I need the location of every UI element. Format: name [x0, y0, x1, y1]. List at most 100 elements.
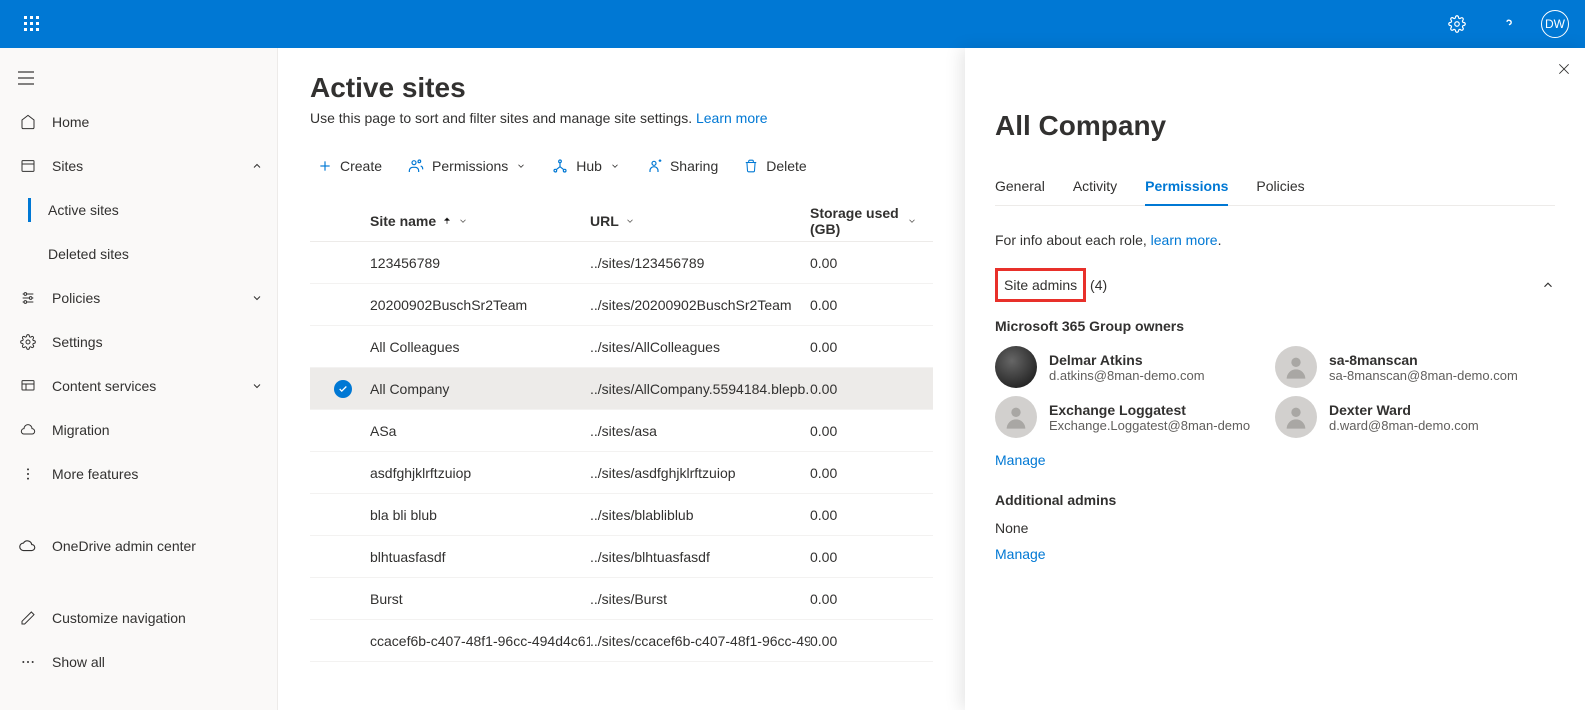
tab-general[interactable]: General: [995, 172, 1045, 205]
tab-permissions[interactable]: Permissions: [1145, 172, 1228, 206]
additional-admins-title: Additional admins: [995, 492, 1555, 508]
nav-label: OneDrive admin center: [52, 538, 196, 554]
permissions-icon: [408, 158, 424, 174]
nav-sites[interactable]: Sites: [0, 144, 277, 188]
admins-list: Delmar Atkinsd.atkins@8man-demo.comsa-8m…: [995, 346, 1555, 438]
chevron-down-icon: [516, 161, 526, 171]
cell-storage: 0.00: [810, 549, 917, 565]
plus-icon: [318, 159, 332, 173]
cell-storage: 0.00: [810, 507, 917, 523]
cell-url: ../sites/20200902BuschSr2Team: [590, 297, 810, 313]
chevron-down-icon: [251, 380, 263, 392]
cmd-label: Create: [340, 158, 382, 174]
cell-name: 123456789: [370, 255, 590, 271]
tab-policies[interactable]: Policies: [1256, 172, 1304, 205]
cell-name: 20200902BuschSr2Team: [370, 297, 590, 313]
page-description: Use this page to sort and filter sites a…: [310, 110, 933, 126]
col-header-storage[interactable]: Storage used (GB): [810, 205, 917, 237]
admin-name: Dexter Ward: [1329, 402, 1479, 418]
nav-content-services[interactable]: Content services: [0, 364, 277, 408]
cell-url: ../sites/blhtuasfasdf: [590, 549, 810, 565]
command-bar: Create Permissions Hub Sharing Delete: [310, 144, 933, 188]
cell-url: ../sites/123456789: [590, 255, 810, 271]
panel-tabs: General Activity Permissions Policies: [995, 172, 1555, 206]
manage-link[interactable]: Manage: [995, 452, 1555, 468]
col-label: Site name: [370, 213, 436, 229]
table-row[interactable]: 123456789../sites/1234567890.00: [310, 242, 933, 284]
table-row[interactable]: blhtuasfasdf../sites/blhtuasfasdf0.00: [310, 536, 933, 578]
gear-icon[interactable]: [1433, 0, 1481, 48]
cell-storage: 0.00: [810, 381, 917, 397]
permissions-button[interactable]: Permissions: [400, 148, 534, 184]
page-desc-text: Use this page to sort and filter sites a…: [310, 110, 696, 126]
nav-deleted-sites[interactable]: Deleted sites: [0, 232, 277, 276]
nav-show-all[interactable]: Show all: [0, 640, 277, 684]
learn-more-link[interactable]: Learn more: [696, 110, 768, 126]
cell-name: blhtuasfasdf: [370, 549, 590, 565]
admin-email: d.ward@8man-demo.com: [1329, 418, 1479, 433]
cell-name: bla bli blub: [370, 507, 590, 523]
cmd-label: Delete: [766, 158, 806, 174]
cell-url: ../sites/asa: [590, 423, 810, 439]
row-selected-icon[interactable]: [334, 380, 352, 398]
chevron-up-icon: [251, 160, 263, 172]
table-row[interactable]: 20200902BuschSr2Team../sites/20200902Bus…: [310, 284, 933, 326]
chevron-down-icon: [458, 216, 468, 226]
table-row[interactable]: asdfghjklrftzuiop../sites/asdfghjklrftzu…: [310, 452, 933, 494]
topbar: DW: [0, 0, 1585, 48]
nav-migration[interactable]: Migration: [0, 408, 277, 452]
nav-active-sites[interactable]: Active sites: [0, 188, 277, 232]
table-row[interactable]: All Company../sites/AllCompany.5594184.b…: [310, 368, 933, 410]
chevron-down-icon: [907, 216, 917, 226]
table-header: Site name URL Storage used (GB): [310, 200, 933, 242]
cell-name: Burst: [370, 591, 590, 607]
nav-label: More features: [52, 466, 138, 482]
sharing-button[interactable]: Sharing: [638, 148, 726, 184]
delete-button[interactable]: Delete: [736, 148, 814, 184]
col-header-url[interactable]: URL: [590, 213, 810, 229]
nav-label: Migration: [52, 422, 110, 438]
admin-email: sa-8manscan@8man-demo.com: [1329, 368, 1518, 383]
cell-url: ../sites/ccacef6b-c407-48f1-96cc-49...: [590, 633, 810, 649]
table-row[interactable]: Burst../sites/Burst0.00: [310, 578, 933, 620]
ellipsis-icon: [18, 654, 38, 670]
cell-storage: 0.00: [810, 465, 917, 481]
nav-label: Deleted sites: [48, 246, 129, 262]
nav-more-features[interactable]: More features: [0, 452, 277, 496]
cell-url: ../sites/Burst: [590, 591, 810, 607]
table-row[interactable]: All Colleagues../sites/AllColleagues0.00: [310, 326, 933, 368]
nav-policies[interactable]: Policies: [0, 276, 277, 320]
nav-home[interactable]: Home: [0, 100, 277, 144]
create-button[interactable]: Create: [310, 148, 390, 184]
user-avatar[interactable]: DW: [1541, 10, 1569, 38]
nav-label: Customize navigation: [52, 610, 186, 626]
tab-activity[interactable]: Activity: [1073, 172, 1117, 205]
manage-link[interactable]: Manage: [995, 546, 1555, 562]
group-owners-title: Microsoft 365 Group owners: [995, 318, 1555, 334]
sort-asc-icon: [442, 216, 452, 226]
close-button[interactable]: [1557, 62, 1571, 76]
hub-button[interactable]: Hub: [544, 148, 628, 184]
admin-name: Exchange Loggatest: [1049, 402, 1250, 418]
nav-settings[interactable]: Settings: [0, 320, 277, 364]
table-row[interactable]: ccacef6b-c407-48f1-96cc-494d4c61...../si…: [310, 620, 933, 662]
table-row[interactable]: bla bli blub../sites/blabliblub0.00: [310, 494, 933, 536]
nav-customize[interactable]: Customize navigation: [0, 596, 277, 640]
col-header-name[interactable]: Site name: [370, 213, 590, 229]
cmd-label: Permissions: [432, 158, 508, 174]
nav-onedrive[interactable]: OneDrive admin center: [0, 524, 277, 568]
trash-icon: [744, 158, 758, 174]
admin-item: sa-8manscansa-8manscan@8man-demo.com: [1275, 346, 1555, 388]
more-icon: [18, 466, 38, 482]
cell-name: ASa: [370, 423, 590, 439]
table-row[interactable]: ASa../sites/asa0.00: [310, 410, 933, 452]
waffle-icon[interactable]: [8, 0, 56, 48]
admin-item: Exchange LoggatestExchange.Loggatest@8ma…: [995, 396, 1275, 438]
hamburger-icon[interactable]: [0, 56, 277, 100]
site-admins-header[interactable]: Site admins (4): [995, 268, 1555, 302]
help-icon[interactable]: [1485, 0, 1533, 48]
sharing-icon: [646, 158, 662, 174]
learn-more-link[interactable]: learn more: [1151, 232, 1218, 248]
chevron-up-icon: [1541, 278, 1555, 292]
main-content: Active sites Use this page to sort and f…: [278, 48, 965, 710]
